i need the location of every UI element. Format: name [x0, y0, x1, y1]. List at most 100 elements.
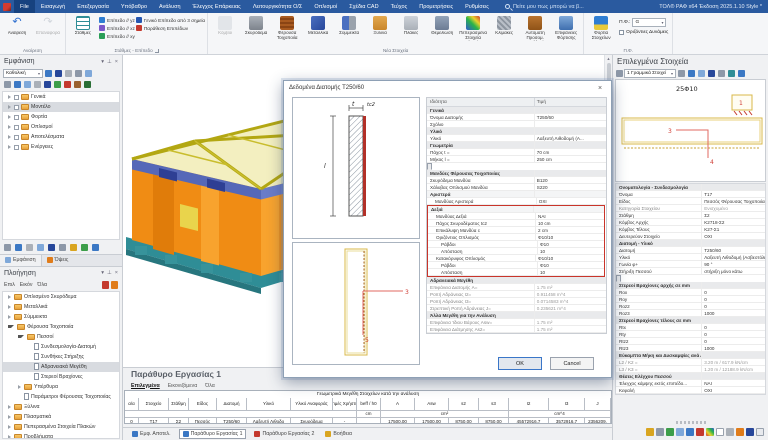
property-row[interactable]: Επιφάνεια Διατομής A= 1.75 m² — [427, 284, 606, 291]
display-tree-item[interactable]: Ενέργειες — [3, 142, 119, 152]
property-row[interactable]: Αριστερά — [427, 191, 606, 198]
new-element-button[interactable]: Ξύλινα — [365, 14, 395, 36]
element-type-select[interactable]: 1 Γραμμικά Στοιχεί ▾ — [624, 69, 676, 78]
nav-tree-item[interactable]: Μεταλλικά — [3, 302, 119, 312]
panel-tool-button[interactable] — [677, 69, 686, 78]
nav-tree-item[interactable]: Παράμετροι Φέρουσας Τοιχοποιίας — [3, 392, 119, 402]
property-row[interactable]: Αδρανειακά Μεγέθη — [427, 277, 606, 284]
property-row[interactable]: Οριζόντιος Οπλισμός Φ10/10 — [428, 234, 604, 241]
nav-tree-item[interactable]: Πεσσοί — [3, 332, 119, 342]
display-tool-button[interactable] — [3, 80, 12, 89]
scroll-up-icon[interactable]: ▲ — [607, 56, 611, 61]
display-scope-select[interactable]: Καθολική ▾ — [3, 69, 43, 78]
nav-tree-item[interactable]: Συνθήκες Στήριξης — [3, 352, 119, 362]
new-element-button[interactable]: Αυτόματη Προσομ. Μεταλλικών Κτηρίων — [520, 14, 550, 41]
close-icon[interactable]: × — [594, 85, 606, 92]
property-row[interactable]: Δευτερεύον Στοιχείο ΟΧΙ — [616, 233, 765, 240]
property-row[interactable]: Rox 0 — [616, 289, 765, 296]
property-row[interactable]: Κατακόρυφος Οπλισμός Φ10/10 — [428, 255, 604, 262]
dialog-launcher-icon[interactable] — [155, 49, 159, 53]
horizontal-forces-checkbox[interactable] — [619, 30, 624, 35]
display-tree-item[interactable]: Οπλισμοί — [3, 122, 119, 132]
ribbon-tab[interactable]: Επεξεργασία — [71, 0, 115, 13]
status-tool-icon[interactable] — [716, 428, 724, 436]
nav-filter-tab[interactable]: Όλα — [37, 282, 47, 288]
property-row[interactable]: Μανδύας Δεξιά ΝΑΙ — [428, 213, 604, 220]
status-tab[interactable]: Παράθυρο Εργασίας 1 — [179, 429, 247, 439]
display-tool-button[interactable] — [43, 80, 52, 89]
visibility-checkbox[interactable] — [14, 135, 19, 140]
property-row[interactable]: Εύκαμπτα Μήκη και Δυσκαμψίες ανά Διεύθυν… — [616, 352, 765, 359]
view-tool-button[interactable] — [3, 243, 12, 252]
status-tool-icon[interactable] — [736, 428, 744, 436]
nav-tree-item[interactable]: Ξύλινα — [3, 402, 119, 412]
property-row[interactable]: Απόσταση 10 — [428, 248, 604, 255]
status-tool-icon[interactable] — [756, 428, 764, 436]
column-header[interactable]: beff / h0 — [357, 398, 381, 410]
workspace-filter-tab[interactable]: Όλα — [205, 383, 215, 389]
plane-button[interactable]: Επίπεδο // xy — [99, 33, 135, 39]
display-tree-item[interactable]: Μοντέλο — [3, 102, 119, 112]
property-row[interactable]: Σκυρόδεμα Μανδύα B120 — [427, 177, 606, 184]
display-tool-button[interactable] — [84, 69, 93, 78]
status-tool-icon[interactable] — [746, 428, 754, 436]
property-row[interactable]: Άλλα Μεγέθη για την Ανάλυση — [427, 312, 606, 319]
property-row[interactable]: Στερεοί Βραχίονες τέλους σε mm — [616, 317, 765, 324]
display-tool-button[interactable] — [63, 80, 72, 89]
display-tool-button[interactable] — [44, 69, 53, 78]
column-header[interactable]: J — [585, 398, 611, 410]
nav-tree-item[interactable]: Οπλισμένο Σκυρόδεμα — [3, 292, 119, 302]
ribbon-tab[interactable]: Προμετρήσεις — [413, 0, 459, 13]
nav-tree-item[interactable]: Πλασματικά — [3, 412, 119, 422]
view-tool-button[interactable] — [47, 243, 56, 252]
new-element-button[interactable]: Φέρουσα Τοιχοποιία — [272, 14, 302, 41]
column-header[interactable]: Είδος — [189, 398, 217, 410]
plane-button[interactable]: Παράθεση Επιπέδων — [136, 25, 205, 31]
nav-tree-item[interactable]: Στερεοί Βραχίονες — [3, 372, 119, 382]
column-header[interactable]: Asw — [415, 398, 449, 410]
display-tree-item[interactable]: Αποτελέσματα — [3, 132, 119, 142]
column-header[interactable]: s3 — [479, 398, 509, 410]
ok-button[interactable]: OK — [498, 357, 542, 370]
status-tool-icon[interactable] — [706, 428, 714, 436]
property-row[interactable]: Διατομή T250/60 — [616, 247, 765, 254]
panel-tool-button[interactable] — [707, 69, 716, 78]
column-header[interactable]: A — [381, 398, 415, 410]
property-row[interactable]: Ροπή Αδράνειας I3= 0.0714583 m^4 — [427, 298, 606, 305]
nav-tree-item[interactable]: Πεπερασμένα Στοιχεία Πλακών — [3, 422, 119, 432]
view-tool-button[interactable] — [25, 243, 34, 252]
new-element-button[interactable]: Κόμβοι — [210, 14, 240, 36]
ribbon-tab[interactable]: Ανάλυση — [153, 0, 187, 13]
status-tab[interactable]: Εμφ. Αποτελ. — [129, 430, 174, 438]
workspace-filter-tab[interactable]: Επιλεγμένα — [131, 383, 160, 389]
property-row[interactable]: Διατομή - Υλικό — [616, 240, 765, 247]
property-row[interactable]: Ροπή Αδράνειας I2= 0.911458 m^4 — [427, 291, 606, 298]
property-row[interactable]: Έλεγχος κάμψης εκτός επιπέδο... ΝΑΙ — [616, 380, 765, 387]
column-header[interactable]: α/α — [125, 398, 139, 410]
property-row[interactable]: L2 / K2 = 3.20 m / 617.9 kN/cm — [616, 359, 765, 366]
nav-filter-tab[interactable]: Εικόν — [20, 282, 33, 288]
plane-button[interactable]: Επίπεδο // xz — [99, 25, 135, 31]
ribbon-tab[interactable]: Υπόβαθρο — [115, 0, 153, 13]
property-row[interactable]: Πάχος t = 70 cm — [427, 149, 606, 156]
property-row[interactable]: Τροποποίηση Αδρανειακών Μεγεθών — [616, 275, 621, 282]
nav-tree-item[interactable]: Υπέρθυρα — [3, 382, 119, 392]
column-header[interactable]: Υλικό — [247, 398, 291, 410]
display-tree-item[interactable]: Γενικά — [3, 92, 119, 102]
panel-tool-button[interactable] — [727, 69, 736, 78]
table-row[interactable]: 0T17Σ2ΠεσσόςT250/60Λαξευτή ΛιθοδοΣκυρόδε… — [125, 418, 611, 424]
new-element-button[interactable]: Θεμελίωση — [427, 14, 457, 36]
display-tree-item[interactable]: Φορτία — [3, 112, 119, 122]
sidebar-tab[interactable]: Εμφάνιση — [0, 255, 42, 266]
pin-icon[interactable]: ⊥ — [107, 59, 112, 65]
visibility-checkbox[interactable] — [14, 95, 19, 100]
workspace-filter-tab[interactable]: Εικονιζόμενα — [168, 383, 198, 389]
pf-select[interactable]: G ▾ — [632, 18, 666, 27]
tell-me-search[interactable]: Πείτε μου πως μπορώ να β... — [505, 4, 584, 10]
status-tool-icon[interactable] — [666, 428, 674, 436]
ribbon-tab[interactable]: Ρυθμίσεις — [459, 0, 495, 13]
column-header[interactable]: I3 — [549, 398, 585, 410]
new-element-button[interactable]: Επιφάνειες Φόρτισης — [551, 14, 581, 41]
property-row[interactable]: Γεωμετρία — [427, 142, 606, 149]
property-row[interactable]: Χάλυβας Οπλισμού Μανδύα S220 — [427, 184, 606, 191]
